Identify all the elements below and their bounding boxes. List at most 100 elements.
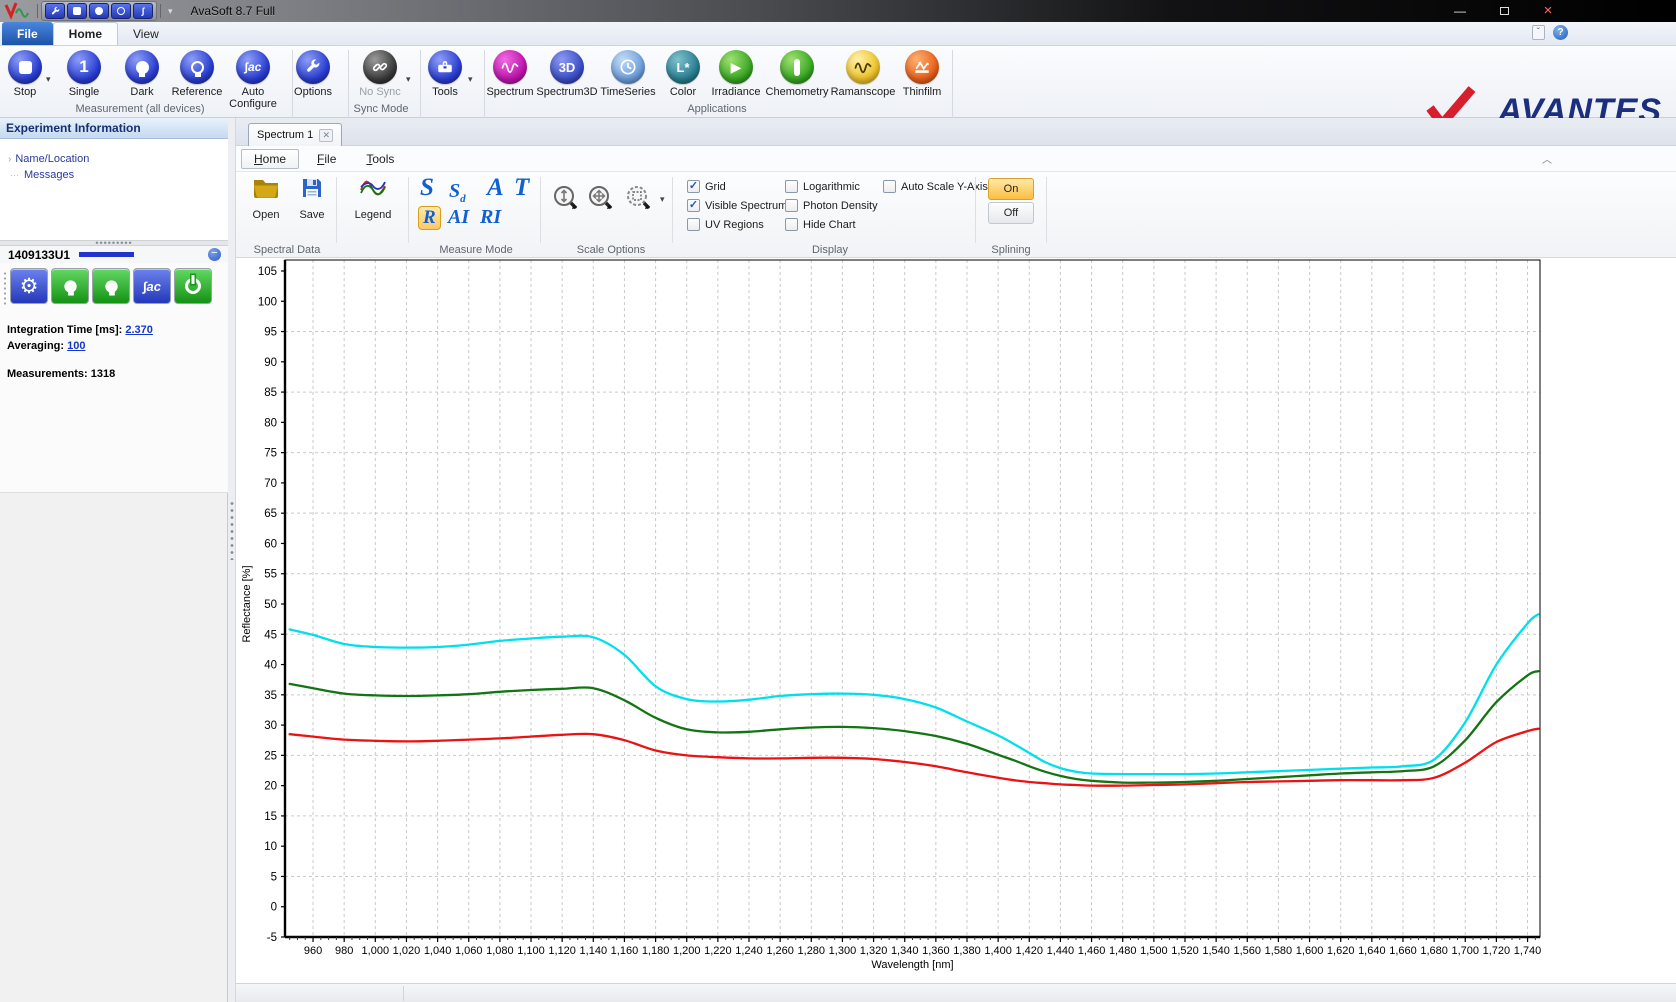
stop-dropdown-icon[interactable]: ▾ <box>46 74 51 85</box>
collapse-ribbon-icon[interactable]: ˇ <box>1532 25 1545 40</box>
checkbox-photon-density[interactable]: ✓Photon Density <box>785 199 878 212</box>
single-button[interactable]: 1 Single <box>52 50 116 98</box>
svg-text:1,200: 1,200 <box>673 945 701 957</box>
measure-mode-absorbance[interactable]: A <box>487 174 504 202</box>
spectrum3d-button[interactable]: 3D Spectrum3D <box>533 50 601 98</box>
svg-text:15: 15 <box>264 811 277 823</box>
svg-text:Reflectance [%]: Reflectance [%] <box>241 565 253 642</box>
collapse-panel-icon[interactable]: − <box>208 248 221 261</box>
reflect-arrows-icon <box>905 50 939 84</box>
svg-text:1,560: 1,560 <box>1234 945 1262 957</box>
integral-ac-icon: ∫ac <box>236 50 270 84</box>
group-label-spectral-data: Spectral Data <box>217 244 357 256</box>
measure-mode-scope-dark[interactable]: Sd <box>449 180 466 205</box>
splining-on-button[interactable]: On <box>988 178 1034 200</box>
ribbon-tab-home[interactable]: Home <box>53 22 118 45</box>
checkbox-grid[interactable]: ✓Grid <box>687 180 726 193</box>
collapse-inner-ribbon-icon[interactable]: ︿ <box>1542 151 1552 166</box>
no-sync-button[interactable]: No Sync <box>348 50 412 98</box>
device-panel-header: 1409133U1 − <box>0 246 228 263</box>
ribbon-tab-file[interactable]: File <box>2 22 53 45</box>
help-icon[interactable]: ? <box>1553 25 1568 40</box>
close-tab-icon[interactable]: ✕ <box>319 129 333 142</box>
document-ribbon: Open Save Spectral Data Legend S Sd A T … <box>236 172 1676 258</box>
svg-text:1,380: 1,380 <box>953 945 981 957</box>
checkbox-auto-scale-y-axis[interactable]: ✓Auto Scale Y-Axis <box>883 180 988 193</box>
tree-item-messages[interactable]: ⋯ Messages <box>10 169 74 181</box>
irradiance-button[interactable]: ▶ Irradiance <box>702 50 770 98</box>
tab-spectrum-1[interactable]: Spectrum 1 ✕ <box>248 123 342 146</box>
tools-dropdown-icon[interactable]: ▾ <box>468 74 473 85</box>
close-button[interactable]: × <box>1526 0 1570 21</box>
svg-text:40: 40 <box>264 660 277 672</box>
device-power-button[interactable] <box>174 268 212 304</box>
no-sync-dropdown-icon[interactable]: ▾ <box>406 74 411 85</box>
svg-text:1,420: 1,420 <box>1016 945 1044 957</box>
device-reference-button[interactable] <box>92 268 130 304</box>
svg-text:85: 85 <box>264 387 277 399</box>
svg-text:1,320: 1,320 <box>860 945 888 957</box>
checkbox-hide-chart[interactable]: ✓Hide Chart <box>785 218 856 231</box>
measure-mode-transmittance[interactable]: T <box>514 174 529 202</box>
svg-text:55: 55 <box>264 569 277 581</box>
chemometry-button[interactable]: Chemometry <box>761 50 833 98</box>
integral-ac-icon[interactable]: ∫ <box>133 3 153 19</box>
checkbox-uv-regions[interactable]: ✓UV Regions <box>687 218 764 231</box>
svg-text:1,240: 1,240 <box>735 945 763 957</box>
zoom-vertical-icon[interactable] <box>552 184 580 217</box>
doc-tab-tools[interactable]: Tools <box>354 150 406 168</box>
sidebar: Experiment Information › Name/Location ⋯… <box>0 118 228 1002</box>
measure-mode-absolute-irradiance[interactable]: AI <box>448 206 469 229</box>
group-separator <box>540 177 541 243</box>
svg-text:0: 0 <box>271 902 277 914</box>
measure-mode-scope[interactable]: S <box>420 174 434 202</box>
averaging-value[interactable]: 100 <box>67 340 85 352</box>
splitter-grip[interactable] <box>230 500 234 560</box>
zoom-region-icon[interactable] <box>625 184 653 217</box>
minimize-button[interactable]: — <box>1438 0 1482 21</box>
expander-icon[interactable]: › <box>8 154 11 165</box>
maximize-button[interactable] <box>1482 0 1526 21</box>
checkbox-visible-spectrum[interactable]: ✓Visible Spectrum <box>687 199 787 212</box>
scale-options-dropdown-icon[interactable]: ▾ <box>660 194 665 205</box>
svg-text:1,440: 1,440 <box>1047 945 1075 957</box>
checkbox-logarithmic[interactable]: ✓Logarithmic <box>785 180 860 193</box>
toolbar-grip[interactable] <box>3 271 7 307</box>
bulb-filled-icon <box>64 280 76 292</box>
options-button[interactable]: Options <box>281 50 345 98</box>
device-settings-button[interactable]: ⚙ <box>10 268 48 304</box>
legend-button[interactable]: Legend <box>345 176 401 221</box>
device-autoconfigure-button[interactable]: ∫ac <box>133 268 171 304</box>
bulb-outline-icon[interactable] <box>111 3 131 19</box>
integration-time-value[interactable]: 2.370 <box>125 324 153 336</box>
stop-icon[interactable] <box>67 3 87 19</box>
svg-text:1,480: 1,480 <box>1109 945 1137 957</box>
doc-tab-home[interactable]: Home <box>241 149 299 169</box>
thinfilm-button[interactable]: Thinfilm <box>890 50 954 98</box>
tree-item-name-location[interactable]: › Name/Location <box>8 153 89 165</box>
main-area: Spectrum 1 ✕ Home File Tools ︿ Open Save… <box>236 118 1676 1002</box>
save-button[interactable]: Save <box>284 176 340 221</box>
power-icon <box>185 278 201 294</box>
group-label-applications: Applications <box>647 103 787 115</box>
zoom-pan-icon[interactable] <box>587 184 615 217</box>
qat-dropdown-icon[interactable]: ▾ <box>168 6 173 17</box>
splining-off-button[interactable]: Off <box>988 202 1034 224</box>
svg-text:10: 10 <box>264 841 277 853</box>
measure-mode-relative-irradiance[interactable]: RI <box>480 206 501 229</box>
experiment-tree: › Name/Location ⋯ Messages <box>0 139 228 240</box>
measure-mode-reflectance-active[interactable]: R <box>418 206 441 230</box>
quick-access-toolbar: ∫ <box>41 1 157 21</box>
bulb-filled-icon[interactable] <box>89 3 109 19</box>
group-label-display: Display <box>760 244 900 256</box>
device-name: 1409133U1 <box>8 248 70 262</box>
wrench-icon <box>296 50 330 84</box>
wrench-icon[interactable] <box>45 3 65 19</box>
doc-tab-file[interactable]: File <box>305 150 348 168</box>
svg-text:1,100: 1,100 <box>517 945 545 957</box>
gear-icon: ⚙ <box>20 276 39 297</box>
device-dark-button[interactable] <box>51 268 89 304</box>
ribbon-tab-view[interactable]: View <box>118 22 174 45</box>
avasoft-logo-icon <box>4 2 34 20</box>
auto-configure-button[interactable]: ∫ac Auto Configure <box>218 50 288 110</box>
